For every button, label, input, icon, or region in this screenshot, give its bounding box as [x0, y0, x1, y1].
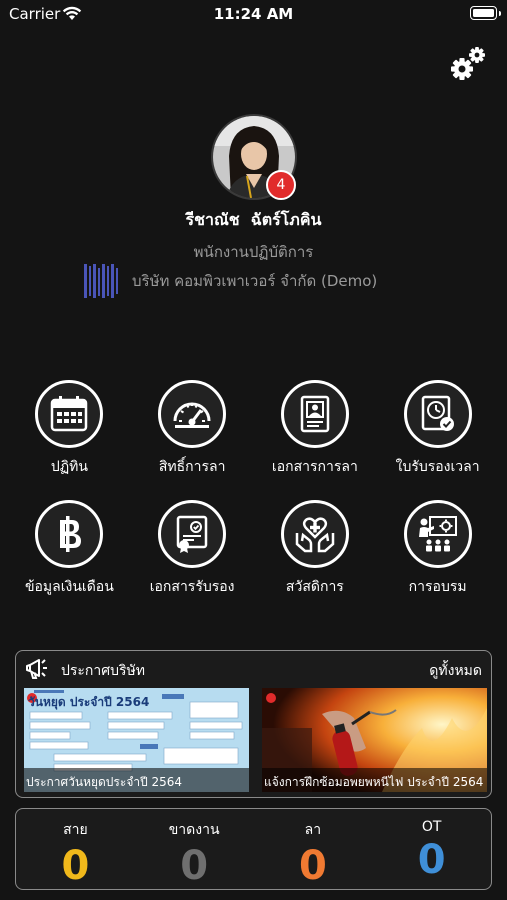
menu-label: สวัสดิการ — [285, 579, 344, 595]
company-name: บริษัท คอมพิวเพาเวอร์ จำกัด (Demo) — [132, 272, 378, 290]
company-logo-icon — [84, 264, 118, 298]
news-caption: แจ้งการฝึกซ้อมอพยพหนีไฟ ประจำปี 2564 — [262, 768, 487, 792]
menu-label: ข้อมูลเงินเดือน — [24, 579, 114, 595]
menu-time-certificate[interactable]: ใบรับรองเวลา — [376, 380, 499, 478]
stat-value: 0 — [180, 843, 209, 889]
clock: 11:24 AM — [213, 5, 294, 23]
care-hands-icon — [280, 500, 349, 568]
announcement-header: ประกาศบริษัท ดูทั้งหมด — [16, 651, 491, 683]
announcement-title: ประกาศบริษัท — [61, 663, 146, 679]
holiday-heading: วันหยุด ประจำปี 2564 — [28, 695, 149, 710]
menu-label: เอกสารการลา — [271, 459, 358, 475]
user-name: รีชาณัช ฉัตร์โภคิน — [185, 210, 322, 229]
menu-welfare[interactable]: สวัสดิการ — [254, 500, 377, 598]
settings-button[interactable] — [448, 44, 488, 84]
clock-certificate-icon — [403, 380, 472, 448]
stat-label: ลา — [304, 822, 322, 838]
notification-badge[interactable]: 4 — [266, 170, 296, 200]
certificate-icon — [158, 500, 227, 568]
stat-late[interactable]: สาย 0 — [16, 809, 135, 889]
menu-leave-documents[interactable]: เอกสารการลา — [254, 380, 377, 478]
stat-ot[interactable]: OT 0 — [372, 809, 491, 889]
menu-label: การอบรม — [408, 579, 467, 595]
profile-avatar[interactable]: 4 — [211, 114, 297, 200]
gears-icon — [451, 47, 485, 80]
menu-leave-rights[interactable]: สิทธิ์การลา — [131, 380, 254, 478]
megaphone-icon — [26, 659, 47, 679]
menu-salary[interactable]: ข้อมูลเงินเดือน — [8, 500, 131, 598]
see-all-link[interactable]: ดูทั้งหมด — [429, 660, 482, 682]
menu-label: ปฏิทิน — [50, 459, 88, 475]
stat-label: OT — [421, 819, 442, 835]
stat-value: 0 — [417, 837, 446, 883]
attendance-stats: สาย 0 ขาดงาน 0 ลา 0 OT 0 — [15, 808, 492, 890]
stat-absent[interactable]: ขาดงาน 0 — [135, 809, 254, 889]
id-document-icon — [280, 380, 349, 448]
menu-label: สิทธิ์การลา — [158, 459, 226, 475]
news-item[interactable]: แจ้งการฝึกซ้อมอพยพหนีไฟ ประจำปี 2564 — [262, 688, 487, 792]
calendar-icon — [35, 380, 104, 448]
baht-icon — [35, 500, 104, 568]
stat-leave[interactable]: ลา 0 — [254, 809, 373, 889]
menu-training[interactable]: การอบรม — [376, 500, 499, 598]
user-position: พนักงานปฏิบัติการ — [193, 243, 314, 261]
news-caption: ประกาศวันหยุดประจำปี 2564 — [24, 768, 249, 792]
menu-grid: ปฏิทิน สิทธิ์การลา เอกสารการลา ใบรับรองเ… — [8, 380, 499, 598]
stat-value: 0 — [61, 843, 90, 889]
menu-label: เอกสารรับรอง — [149, 579, 235, 595]
training-icon — [403, 500, 472, 568]
stat-label: สาย — [63, 822, 88, 838]
stat-label: ขาดงาน — [168, 822, 220, 838]
menu-certificates[interactable]: เอกสารรับรอง — [131, 500, 254, 598]
stat-value: 0 — [298, 843, 327, 889]
company-row: บริษัท คอมพิวเพาเวอร์ จำกัด (Demo) — [82, 262, 377, 300]
news-item[interactable]: วันหยุด ประจำปี 2564 ประกาศวันหยุดประจำป… — [24, 688, 249, 792]
menu-calendar[interactable]: ปฏิทิน — [8, 380, 131, 478]
status-bar: Carrier 11:24 AM — [0, 0, 507, 30]
announcement-card: ประกาศบริษัท ดูทั้งหมด วันหยุด ประจำปี 2… — [15, 650, 492, 798]
battery-icon — [470, 6, 501, 20]
gauge-icon — [158, 380, 227, 448]
menu-label: ใบรับรองเวลา — [395, 459, 480, 475]
